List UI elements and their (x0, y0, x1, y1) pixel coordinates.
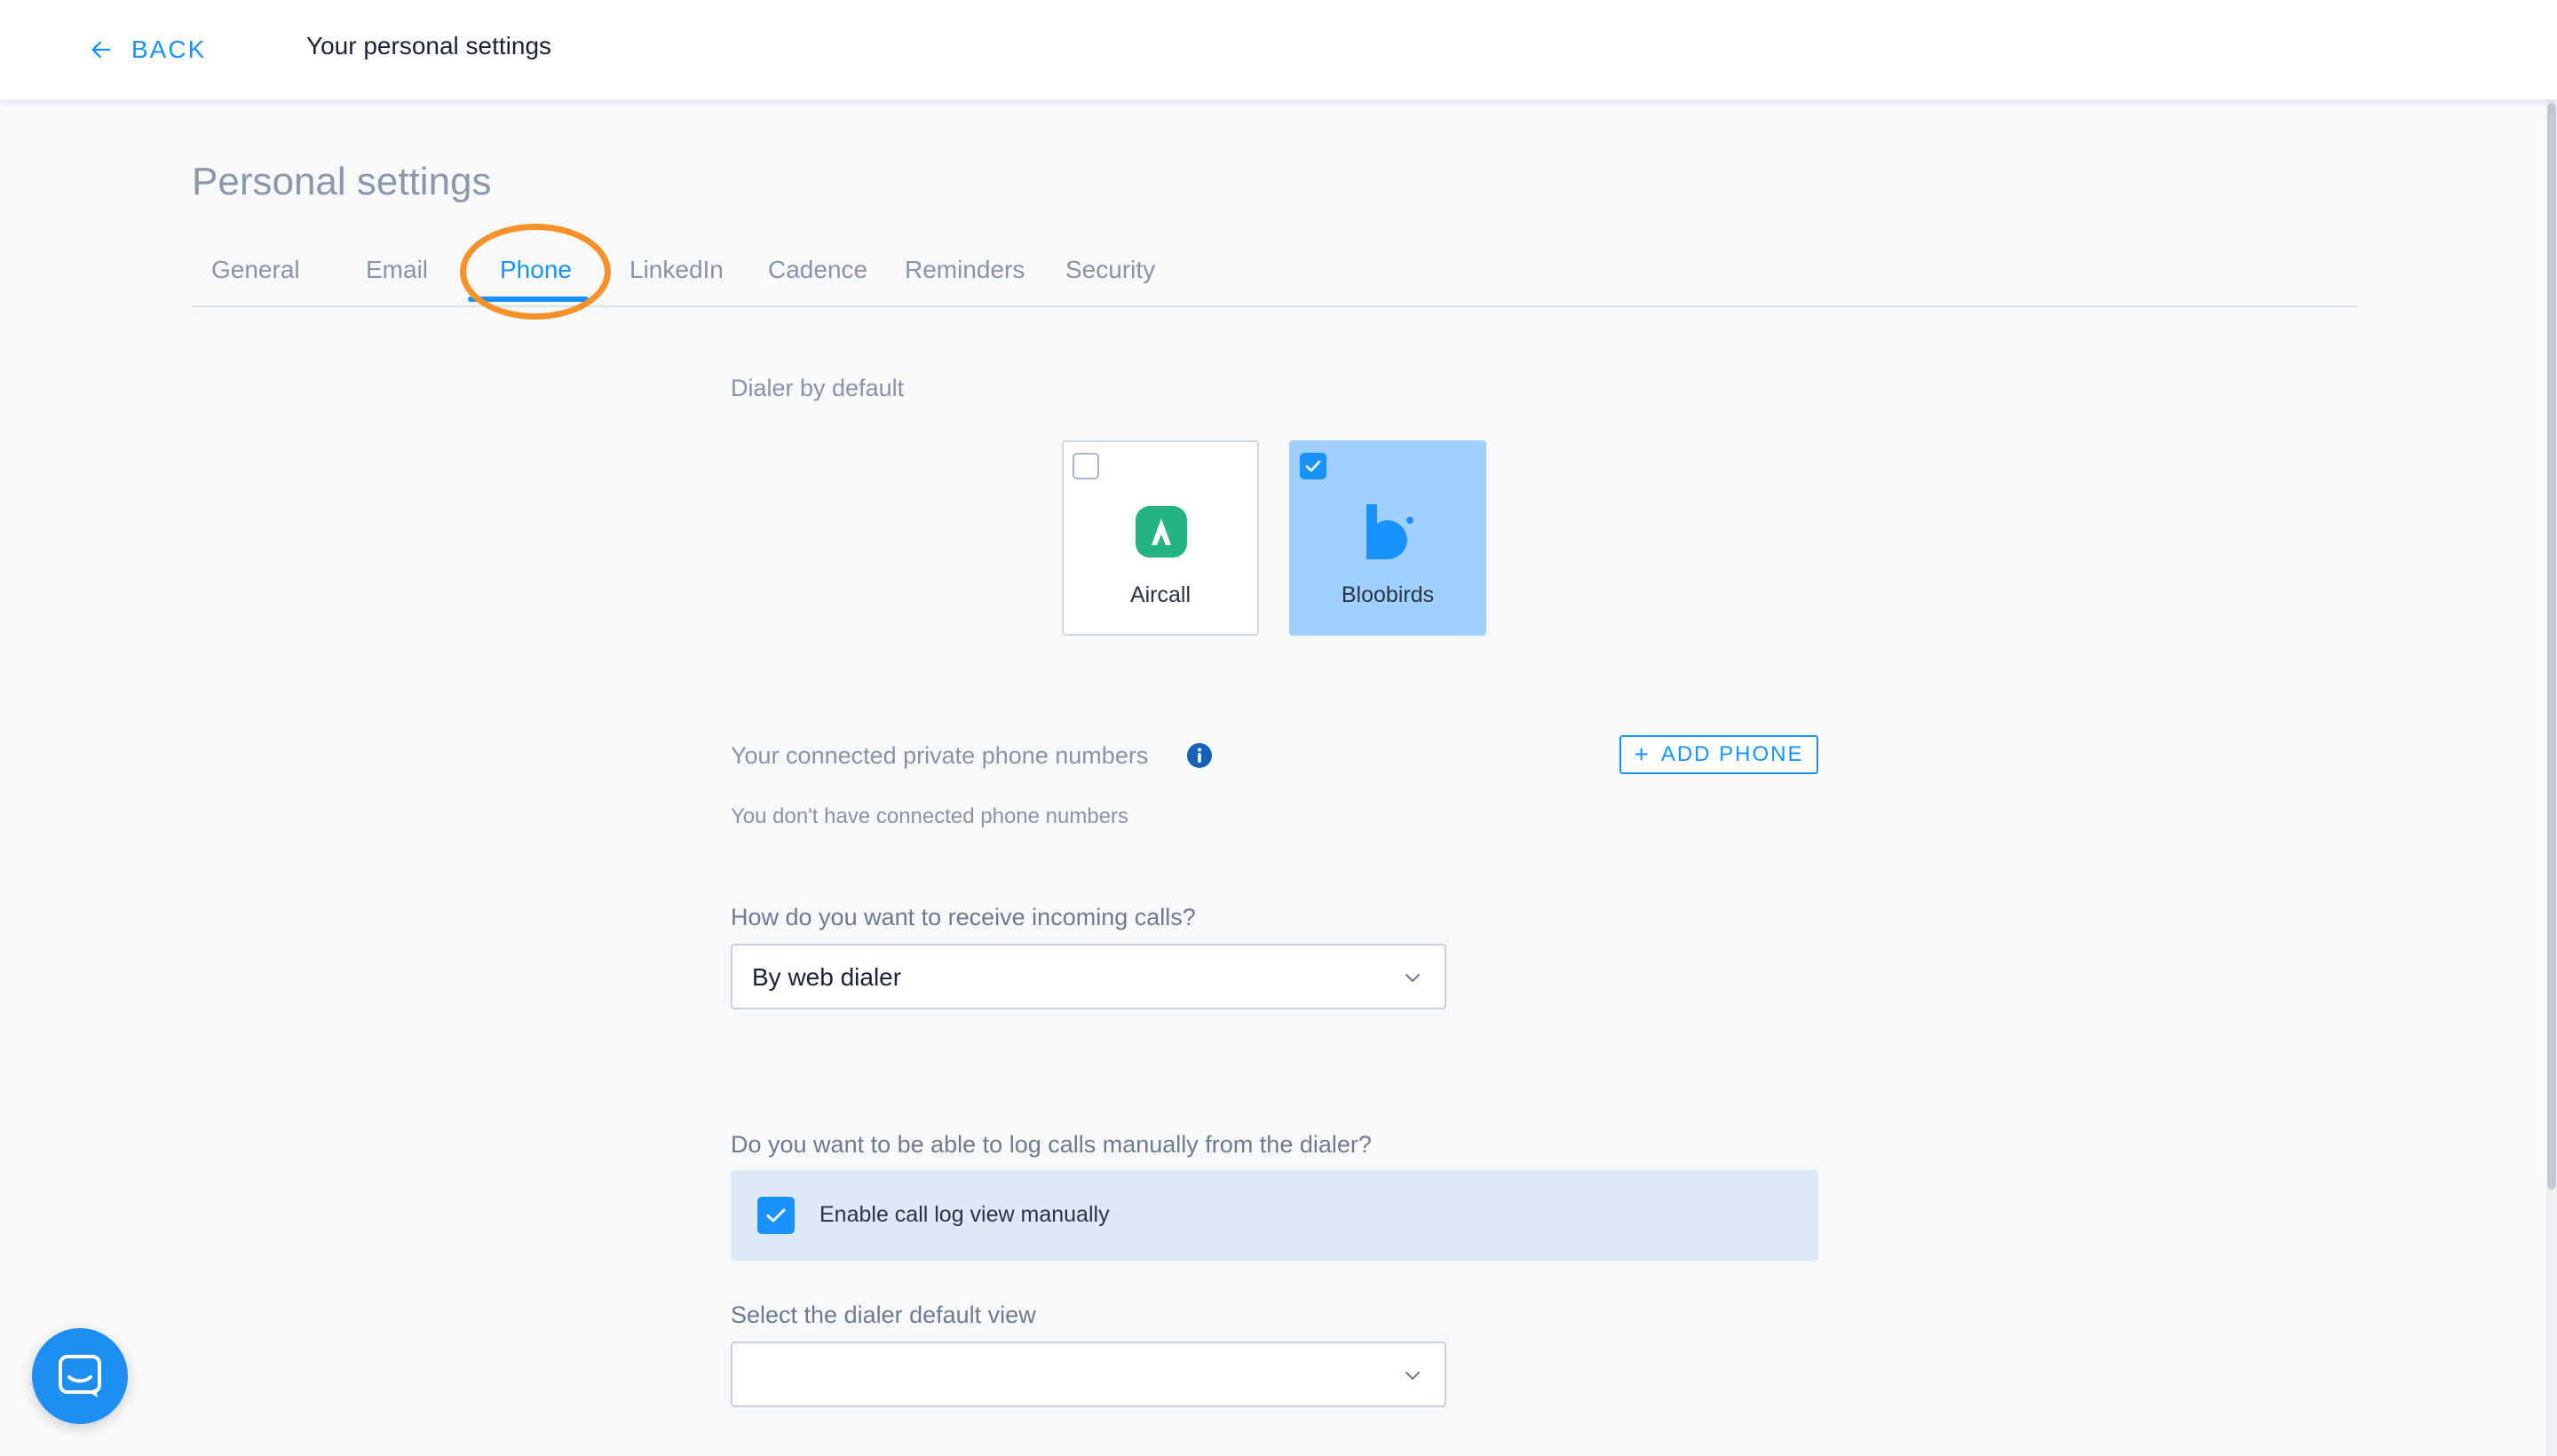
tab-email[interactable]: Email (366, 256, 428, 284)
info-icon[interactable] (1186, 742, 1213, 769)
call-log-checkbox[interactable] (757, 1197, 795, 1234)
tab-general[interactable]: General (211, 256, 300, 284)
phones-section-label: Your connected private phone numbers (731, 742, 1149, 769)
incoming-calls-value: By web dialer (752, 963, 902, 991)
tab-linkedin[interactable]: LinkedIn (629, 256, 724, 284)
aircall-checkbox[interactable] (1073, 453, 1099, 479)
tab-phone[interactable]: Phone (500, 256, 572, 284)
page-title: Personal settings (192, 160, 492, 203)
phones-empty-text: You don't have connected phone numbers (731, 804, 1129, 828)
log-calls-label: Do you want to be able to log calls manu… (731, 1131, 1372, 1158)
arrow-left-icon (91, 41, 111, 59)
dialer-section-label: Dialer by default (731, 375, 905, 401)
aircall-label: Aircall (1129, 582, 1191, 607)
bloobirds-label: Bloobirds (1341, 582, 1435, 607)
back-label: BACK (131, 36, 207, 63)
check-icon (1305, 460, 1321, 472)
default-view-label: Select the dialer default view (731, 1302, 1036, 1328)
bloobirds-checkbox[interactable] (1300, 453, 1326, 479)
aircall-logo-icon (1136, 506, 1187, 558)
back-button[interactable]: BACK (89, 30, 206, 69)
add-phone-button[interactable]: + ADD PHONE (1619, 735, 1818, 774)
tab-cadence[interactable]: Cadence (768, 256, 867, 284)
top-bar: BACK Your personal settings (0, 0, 2557, 99)
tab-reminders[interactable]: Reminders (905, 256, 1025, 284)
chat-icon (59, 1355, 101, 1397)
incoming-calls-select[interactable]: By web dialer (731, 944, 1446, 1009)
scrollbar-thumb[interactable] (2547, 103, 2556, 1190)
active-tab-indicator (468, 297, 589, 302)
add-phone-label: ADD PHONE (1660, 742, 1804, 766)
tab-security[interactable]: Security (1065, 256, 1155, 284)
dialer-option-aircall[interactable]: Aircall (1062, 440, 1259, 636)
incoming-calls-label: How do you want to receive incoming call… (731, 904, 1196, 930)
plus-icon: + (1634, 740, 1651, 768)
chat-launcher-button[interactable] (32, 1328, 128, 1424)
call-log-checkbox-label: Enable call log view manually (819, 1202, 1110, 1227)
chevron-down-icon (1405, 1372, 1420, 1380)
settings-tabs: General Email Phone LinkedIn Cadence Rem… (192, 240, 2358, 307)
dialer-option-bloobirds[interactable]: Bloobirds (1289, 440, 1486, 636)
chevron-down-icon (1405, 974, 1420, 982)
default-view-select[interactable] (731, 1341, 1446, 1407)
call-log-checkbox-row[interactable]: Enable call log view manually (731, 1170, 1818, 1261)
header-title: Your personal settings (306, 32, 552, 59)
bloobirds-logo-icon (1366, 504, 1413, 559)
check-icon (766, 1208, 786, 1223)
